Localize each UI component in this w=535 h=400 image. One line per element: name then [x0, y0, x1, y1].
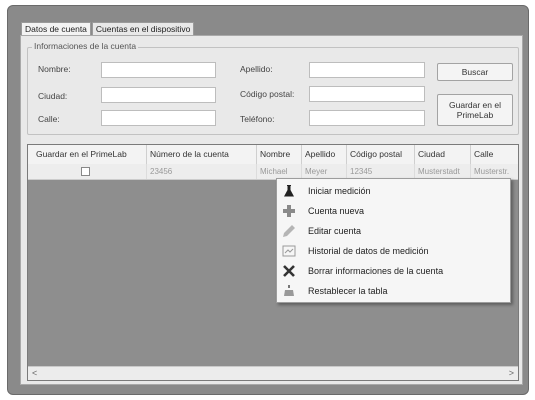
tab-device-accounts[interactable]: Cuentas en el dispositivo — [91, 22, 195, 36]
search-button[interactable]: Buscar — [437, 63, 513, 81]
first-name-field[interactable] — [101, 62, 216, 78]
table-cell: Musterstr. — [471, 164, 518, 179]
table-cell: 12345 — [347, 164, 415, 179]
column-header-first-name[interactable]: Nombre — [257, 145, 302, 164]
menu-item-label: Restablecer la tabla — [308, 286, 388, 296]
tab-bar: Datos de cuenta Cuentas en el dispositiv… — [21, 22, 195, 36]
plus-icon — [281, 203, 297, 219]
first-name-label: Nombre: — [38, 64, 71, 74]
last-name-field[interactable] — [309, 62, 425, 78]
menu-item-new-account[interactable]: Cuenta nueva — [277, 201, 510, 221]
save-cell[interactable] — [28, 164, 147, 179]
column-header-last-name[interactable]: Apellido — [302, 145, 347, 164]
city-field[interactable] — [101, 87, 216, 103]
postal-code-label: Código postal: — [240, 89, 295, 99]
column-header-postal-code[interactable]: Código postal — [347, 145, 415, 164]
phone-field[interactable] — [309, 110, 425, 126]
column-header-account-number[interactable]: Número de la cuenta — [147, 145, 257, 164]
column-header-street[interactable]: Calle — [471, 145, 518, 164]
menu-item-delete-account-info[interactable]: Borrar informaciones de la cuenta — [277, 261, 510, 281]
table-cell: Meyer — [302, 164, 347, 179]
table-cell: Musterstadt — [415, 164, 471, 179]
menu-item-label: Borrar informaciones de la cuenta — [308, 266, 444, 276]
menu-item-label: Historial de datos de medición — [308, 246, 429, 256]
column-header-save[interactable]: Guardar en el PrimeLab — [28, 145, 147, 164]
menu-item-label: Iniciar medición — [308, 186, 371, 196]
pencil-icon — [281, 223, 297, 239]
menu-item-label: Editar cuenta — [308, 226, 362, 236]
history-icon — [281, 243, 297, 259]
menu-item-start-measurement[interactable]: Iniciar medición — [277, 181, 510, 201]
table-cell: 23456 — [147, 164, 257, 179]
tab-account-data[interactable]: Datos de cuenta — [21, 22, 91, 36]
scroll-right-icon[interactable]: > — [509, 368, 514, 378]
table-header: Guardar en el PrimeLab Número de la cuen… — [28, 145, 518, 165]
menu-item-reset-table[interactable]: Restablecer la tabla — [277, 281, 510, 301]
flask-icon — [281, 183, 297, 199]
postal-code-field[interactable] — [309, 86, 425, 102]
context-menu: Iniciar medición Cuenta nueva Editar cue… — [276, 178, 511, 303]
street-label: Calle: — [38, 114, 60, 124]
delete-x-icon — [281, 263, 297, 279]
menu-item-label: Cuenta nueva — [308, 206, 365, 216]
save-checkbox[interactable] — [81, 167, 90, 176]
city-label: Ciudad: — [38, 91, 68, 101]
phone-label: Teléfono: — [240, 114, 275, 124]
horizontal-scrollbar[interactable]: < > — [28, 366, 518, 380]
last-name-label: Apellido: — [240, 64, 273, 74]
street-field[interactable] — [101, 110, 216, 126]
column-header-city[interactable]: Ciudad — [415, 145, 471, 164]
menu-item-edit-account[interactable]: Editar cuenta — [277, 221, 510, 241]
save-to-primelab-button[interactable]: Guardar en el PrimeLab — [437, 94, 513, 126]
table-cell: Michael — [257, 164, 302, 179]
scroll-left-icon[interactable]: < — [32, 368, 37, 378]
account-info-legend: Informaciones de la cuenta — [32, 41, 139, 51]
menu-item-measurement-history[interactable]: Historial de datos de medición — [277, 241, 510, 261]
reset-icon — [281, 283, 297, 299]
